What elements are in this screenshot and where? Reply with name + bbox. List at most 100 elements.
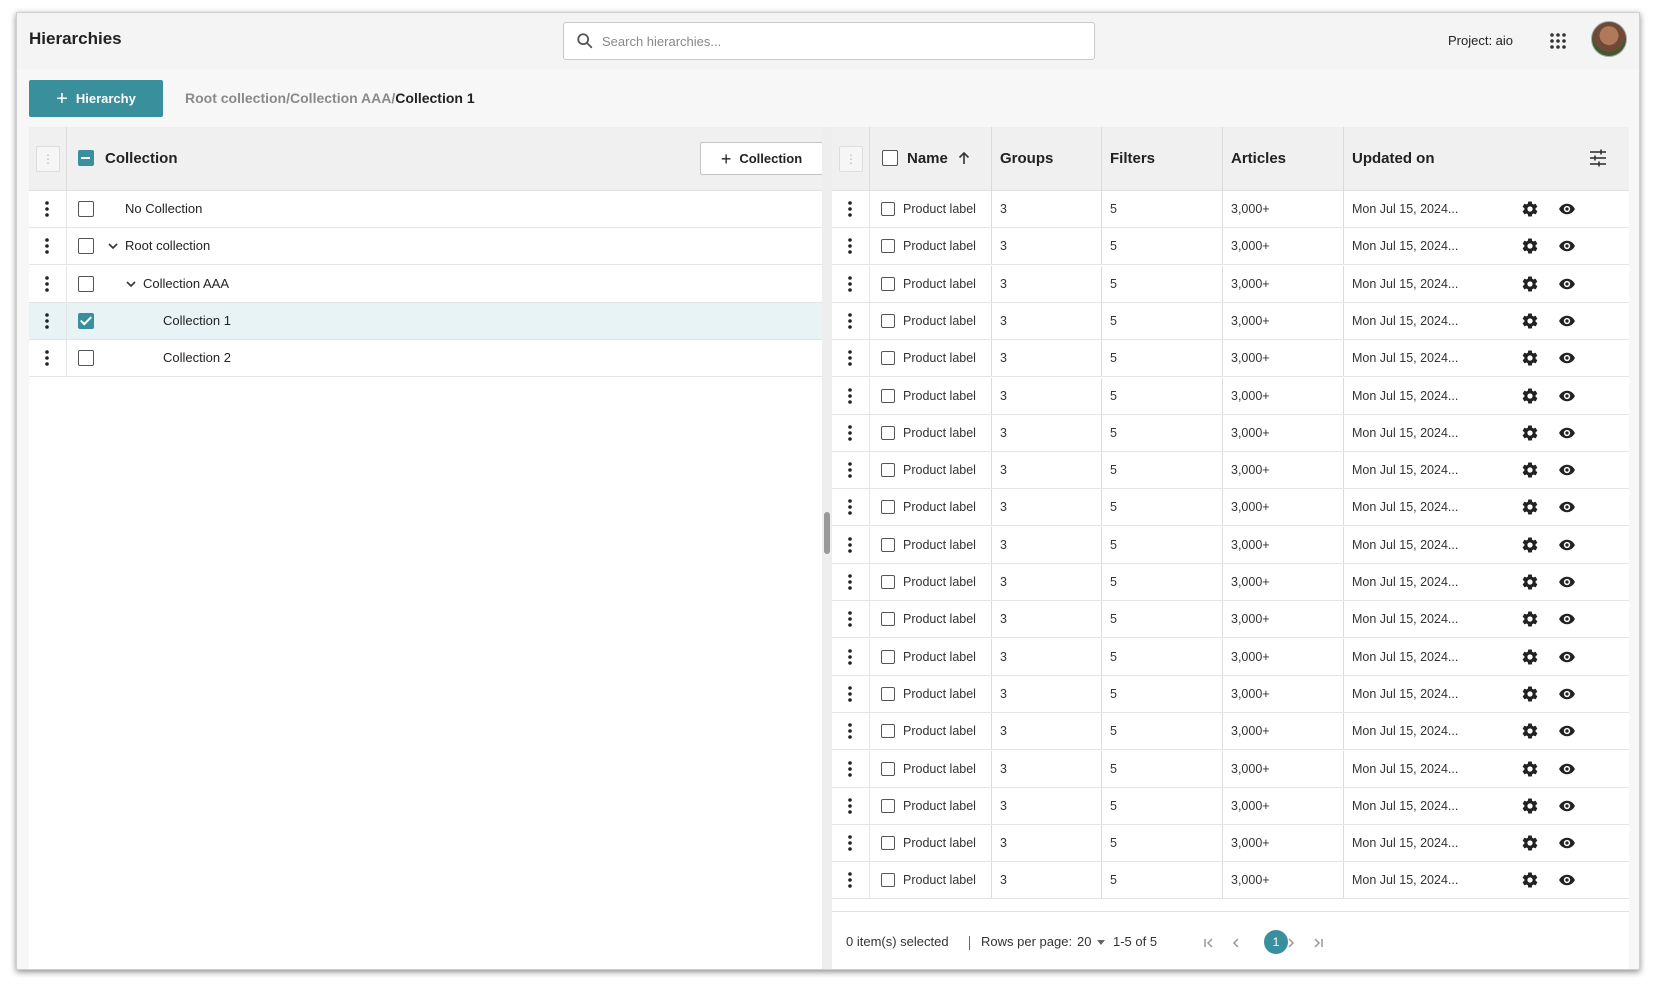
table-row[interactable]: Product label 3 5 3,000+ Mon Jul 15, 2024... <box>832 526 1629 564</box>
gear-icon[interactable] <box>1521 387 1539 405</box>
cell-name[interactable]: Product label <box>903 612 976 626</box>
row-checkbox[interactable] <box>881 537 895 552</box>
more-vertical-icon[interactable] <box>45 238 49 255</box>
more-vertical-icon[interactable] <box>848 648 852 665</box>
column-header-filters[interactable]: Filters <box>1110 150 1155 167</box>
row-checkbox[interactable] <box>881 649 895 664</box>
search-input[interactable] <box>602 33 1042 49</box>
more-vertical-icon[interactable] <box>848 313 852 329</box>
gear-icon[interactable] <box>1521 722 1539 740</box>
cell-name[interactable]: Product label <box>903 538 976 552</box>
more-vertical-icon[interactable] <box>848 760 852 777</box>
column-header-updated[interactable]: Updated on <box>1352 150 1435 167</box>
eye-icon[interactable] <box>1558 797 1576 815</box>
cell-name[interactable]: Product label <box>903 836 976 850</box>
row-checkbox[interactable] <box>881 463 895 478</box>
select-all-rows-checkbox[interactable] <box>882 150 898 166</box>
row-checkbox[interactable] <box>881 686 895 701</box>
row-checkbox[interactable] <box>881 313 895 328</box>
more-vertical-icon[interactable] <box>848 611 852 628</box>
cell-name[interactable]: Product label <box>903 762 976 776</box>
row-checkbox[interactable] <box>78 312 94 329</box>
more-vertical-icon[interactable] <box>848 387 852 404</box>
eye-icon[interactable] <box>1558 760 1576 778</box>
gear-icon[interactable] <box>1521 685 1539 703</box>
tree-header-menu-icon[interactable]: ⋮ <box>36 146 60 172</box>
sort-ascending-icon[interactable] <box>958 151 970 165</box>
more-vertical-icon[interactable] <box>848 424 852 441</box>
table-row[interactable]: Product label 3 5 3,000+ Mon Jul 15, 2024... <box>832 713 1629 751</box>
row-checkbox[interactable] <box>881 500 895 515</box>
project-selector[interactable]: Project: aio <box>1448 33 1513 48</box>
caret-down-icon[interactable] <box>1097 940 1105 946</box>
more-vertical-icon[interactable] <box>848 462 852 478</box>
gear-icon[interactable] <box>1521 797 1539 815</box>
eye-icon[interactable] <box>1558 237 1576 255</box>
gear-icon[interactable] <box>1521 610 1539 628</box>
gear-icon[interactable] <box>1521 461 1539 479</box>
tree-row[interactable]: Collection AAA <box>29 265 822 303</box>
eye-icon[interactable] <box>1558 498 1576 516</box>
cell-name[interactable]: Product label <box>903 873 976 887</box>
cell-name[interactable]: Product label <box>903 463 976 477</box>
more-vertical-icon[interactable] <box>848 872 852 889</box>
gear-icon[interactable] <box>1521 536 1539 554</box>
cell-name[interactable]: Product label <box>903 351 976 365</box>
gear-icon[interactable] <box>1521 312 1539 330</box>
first-page-icon[interactable] <box>1202 936 1216 950</box>
previous-page-icon[interactable] <box>1229 936 1243 950</box>
more-vertical-icon[interactable] <box>848 499 852 516</box>
more-vertical-icon[interactable] <box>848 797 852 814</box>
tree-row[interactable]: Collection 1 <box>29 302 822 340</box>
gear-icon[interactable] <box>1521 648 1539 666</box>
row-checkbox[interactable] <box>881 276 895 291</box>
add-hierarchy-button[interactable]: + Hierarchy <box>29 80 163 117</box>
gear-icon[interactable] <box>1521 573 1539 591</box>
more-vertical-icon[interactable] <box>848 350 852 366</box>
cell-name[interactable]: Product label <box>903 389 976 403</box>
more-vertical-icon[interactable] <box>45 275 49 292</box>
more-vertical-icon[interactable] <box>45 313 49 329</box>
eye-icon[interactable] <box>1558 536 1576 554</box>
more-vertical-icon[interactable] <box>848 238 852 255</box>
table-row[interactable]: Product label 3 5 3,000+ Mon Jul 15, 2024... <box>832 601 1629 639</box>
eye-icon[interactable] <box>1558 722 1576 740</box>
rows-per-page-select[interactable]: 20 <box>1077 934 1091 949</box>
table-row[interactable]: Product label 3 5 3,000+ Mon Jul 15, 2024... <box>832 340 1629 378</box>
select-all-collections-checkbox[interactable] <box>78 150 94 166</box>
eye-icon[interactable] <box>1558 685 1576 703</box>
table-row[interactable]: Product label 3 5 3,000+ Mon Jul 15, 2024... <box>832 675 1629 713</box>
row-checkbox[interactable] <box>881 388 895 403</box>
breadcrumb-item-collection-aaa[interactable]: Collection AAA <box>290 90 391 106</box>
gear-icon[interactable] <box>1521 424 1539 442</box>
cell-name[interactable]: Product label <box>903 314 976 328</box>
eye-icon[interactable] <box>1558 573 1576 591</box>
eye-icon[interactable] <box>1558 648 1576 666</box>
eye-icon[interactable] <box>1558 312 1576 330</box>
table-row[interactable]: Product label 3 5 3,000+ Mon Jul 15, 2024... <box>832 489 1629 527</box>
row-checkbox[interactable] <box>881 873 895 888</box>
table-row[interactable]: Product label 3 5 3,000+ Mon Jul 15, 2024... <box>832 265 1629 303</box>
add-collection-button[interactable]: + Collection <box>700 142 823 175</box>
cell-name[interactable]: Product label <box>903 426 976 440</box>
table-row[interactable]: Product label 3 5 3,000+ Mon Jul 15, 2024... <box>832 638 1629 676</box>
eye-icon[interactable] <box>1558 275 1576 293</box>
table-row[interactable]: Product label 3 5 3,000+ Mon Jul 15, 2024... <box>832 377 1629 415</box>
eye-icon[interactable] <box>1558 871 1576 889</box>
more-vertical-icon[interactable] <box>848 835 852 851</box>
column-settings-icon[interactable] <box>1589 149 1607 167</box>
eye-icon[interactable] <box>1558 200 1576 218</box>
cell-name[interactable]: Product label <box>903 239 976 253</box>
table-row[interactable]: Product label 3 5 3,000+ Mon Jul 15, 2024... <box>832 750 1629 788</box>
column-header-groups[interactable]: Groups <box>1000 150 1053 167</box>
eye-icon[interactable] <box>1558 349 1576 367</box>
more-vertical-icon[interactable] <box>848 201 852 217</box>
apps-grid-icon[interactable] <box>1549 32 1567 50</box>
table-row[interactable]: Product label 3 5 3,000+ Mon Jul 15, 2024... <box>832 564 1629 601</box>
tree-row[interactable]: No Collection <box>29 191 822 228</box>
row-checkbox[interactable] <box>78 201 94 217</box>
gear-icon[interactable] <box>1521 275 1539 293</box>
gear-icon[interactable] <box>1521 834 1539 852</box>
more-vertical-icon[interactable] <box>848 574 852 590</box>
gear-icon[interactable] <box>1521 760 1539 778</box>
